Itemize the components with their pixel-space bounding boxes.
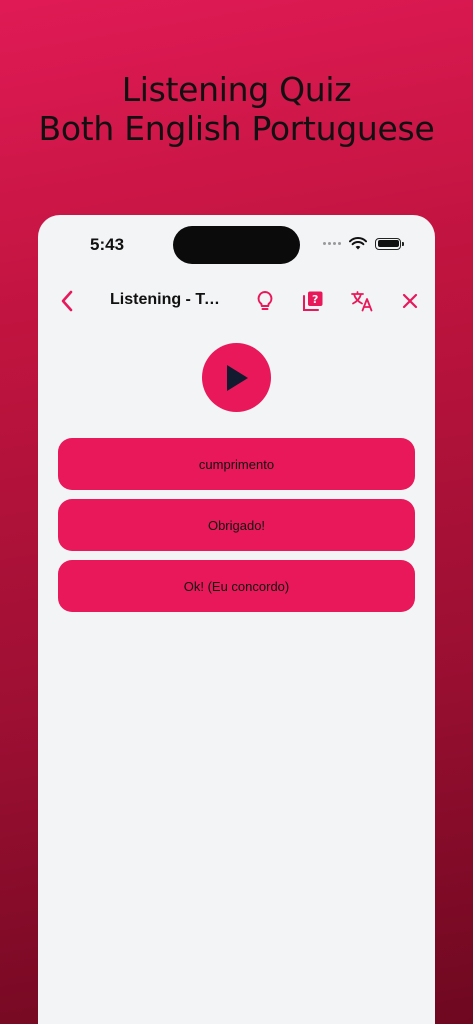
status-time: 5:43	[90, 235, 125, 254]
phone-screen: 5:43 Listening - Topic	[38, 215, 435, 1024]
nav-title: Listening - Topic	[110, 291, 222, 308]
battery-icon	[375, 237, 404, 250]
close-icon	[402, 293, 418, 309]
hint-button[interactable]	[251, 287, 279, 315]
answer-options: cumprimento Obrigado! Ok! (Eu concordo)	[58, 438, 415, 621]
close-button[interactable]	[396, 287, 424, 315]
play-icon	[226, 364, 248, 391]
wifi-icon	[349, 237, 367, 250]
translate-button[interactable]	[348, 287, 376, 315]
status-bar: 5:43	[38, 215, 435, 275]
lightbulb-icon	[257, 291, 273, 310]
signal-dots-icon	[323, 242, 341, 245]
promo-title-line-2: Both English Portuguese	[38, 109, 435, 148]
question-cards-button[interactable]: ?	[299, 287, 327, 315]
svg-text:?: ?	[312, 293, 318, 306]
answer-option-1[interactable]: cumprimento	[58, 438, 415, 490]
nav-bar: Listening - Topic ?	[38, 285, 435, 317]
question-cards-icon: ?	[303, 291, 323, 311]
answer-option-3[interactable]: Ok! (Eu concordo)	[58, 560, 415, 612]
chevron-left-icon	[61, 290, 73, 312]
dynamic-island	[173, 226, 300, 264]
status-icons	[323, 237, 404, 250]
answer-option-2[interactable]: Obrigado!	[58, 499, 415, 551]
promo-title: Listening Quiz Both English Portuguese	[0, 70, 473, 148]
promo-title-line-1: Listening Quiz	[121, 70, 352, 109]
translate-icon	[351, 291, 373, 312]
play-audio-button[interactable]	[202, 343, 271, 412]
back-button[interactable]	[53, 287, 81, 315]
